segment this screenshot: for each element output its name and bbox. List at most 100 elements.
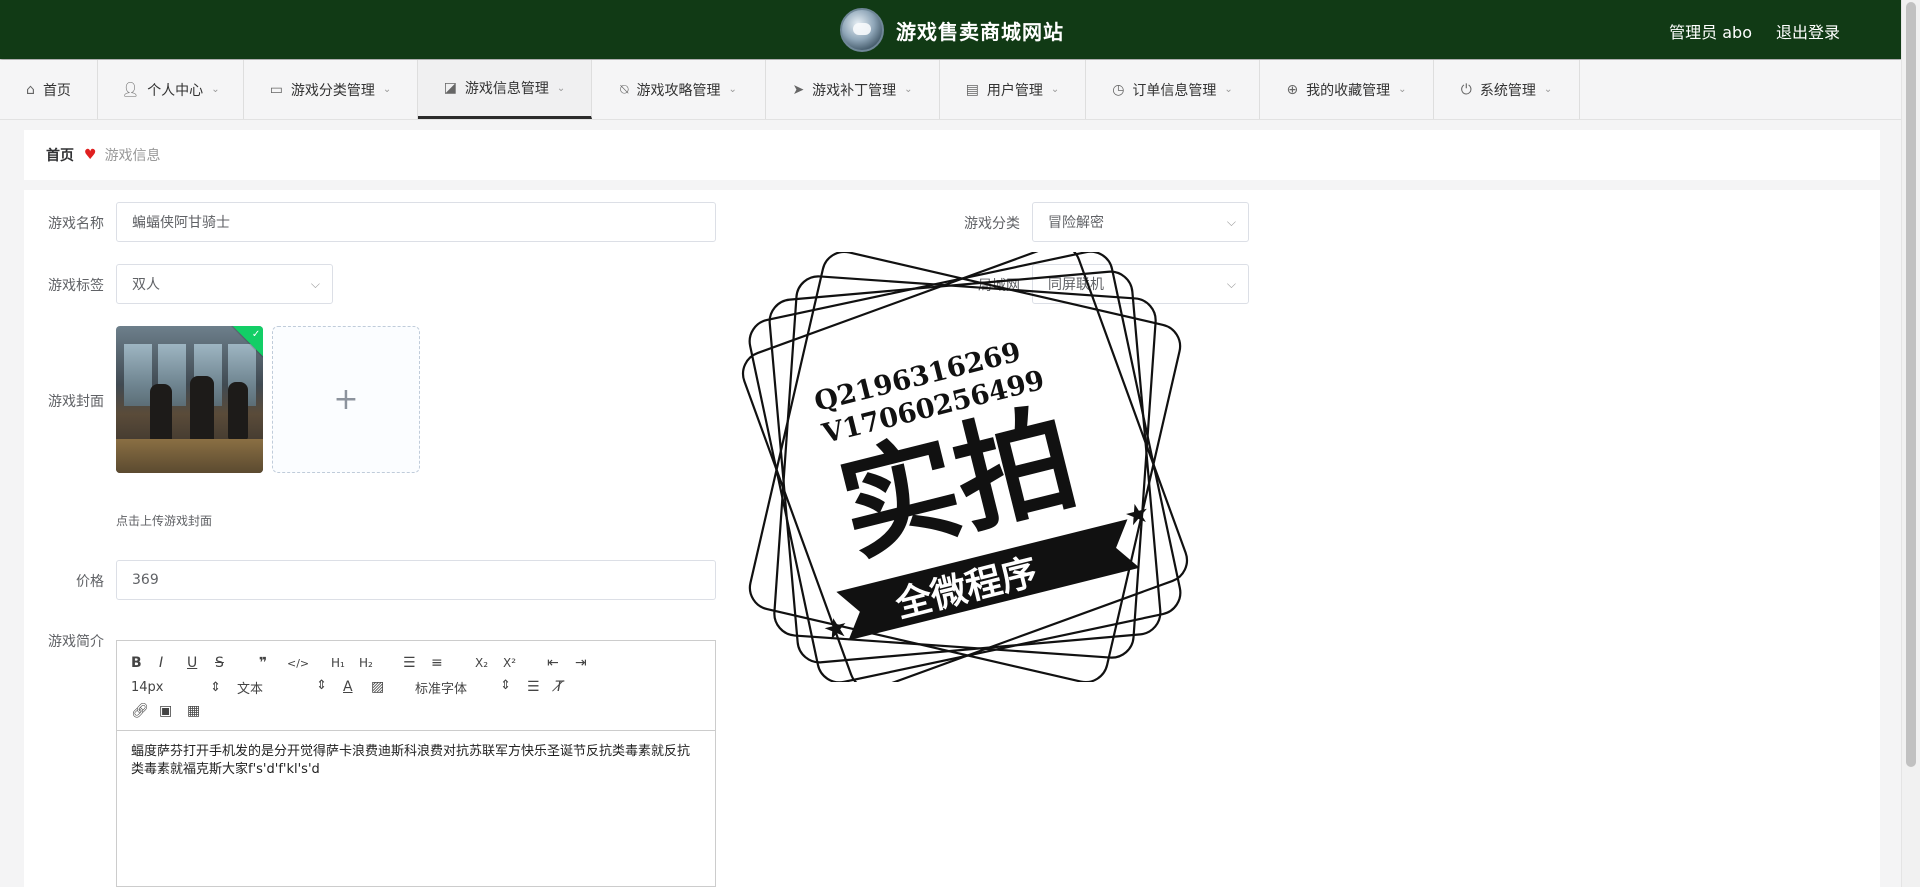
heading2-button[interactable]: H₂ [359, 656, 387, 670]
nav-item-label: 游戏信息管理 [464, 81, 549, 97]
chat-icon: ▭ [269, 81, 283, 98]
cover-thumbnail[interactable]: ✓ [116, 326, 263, 473]
chevron-down-icon: ⌄ [1543, 84, 1553, 95]
power-icon: ⏻ [1460, 81, 1472, 98]
nav-item-order-mgmt[interactable]: ◷ 订单信息管理 ⌄ [1086, 60, 1260, 119]
link-icon[interactable]: 🔗︎ [131, 703, 159, 719]
game-name-label: 游戏名称 [48, 216, 104, 232]
align-icon[interactable]: ☰ [527, 679, 555, 695]
editor-content[interactable]: 蝠度萨芬打开手机发的是分开觉得萨卡浪费迪斯科浪费对抗苏联军方快乐圣诞节反抗类毒素… [117, 731, 715, 791]
outdent-icon[interactable]: ⇤ [547, 655, 575, 671]
breadcrumb-home[interactable]: 首页 [46, 145, 74, 165]
admin-user-label[interactable]: 管理员 abo [1669, 19, 1752, 43]
home-icon: ⌂ [26, 81, 35, 98]
underline-button[interactable]: U [187, 655, 215, 671]
paragraph-select[interactable]: 文本 ⇕ [237, 678, 327, 697]
main-nav: ⌂ 首页 👤︎ 个人中心 ⌄ ▭ 游戏分类管理 ⌄ ◪ 游戏信息管理 ⌄ ⍉ 游… [0, 60, 1902, 120]
cover-upload-hint: 点击上传游戏封面 [116, 514, 213, 528]
site-title: 游戏售卖商城网站 [896, 19, 1064, 44]
clear-format-icon[interactable]: T̸ [555, 679, 583, 695]
nav-item-user-mgmt[interactable]: ▤ 用户管理 ⌄ [940, 60, 1086, 119]
editor-toolbar: B I U S ❞ </> H₁ H₂ ☰ ≡ X₂ X² ⇤ ⇥ 14px ⇕ [117, 641, 715, 731]
paragraph-value: 文本 [237, 681, 264, 697]
nav-item-label: 游戏分类管理 [290, 82, 375, 99]
italic-button[interactable]: I [159, 655, 187, 671]
check-icon: ✓ [251, 329, 261, 341]
nav-item-label: 个人中心 [147, 82, 204, 99]
game-category-label: 游戏分类 [964, 216, 1020, 232]
indent-icon[interactable]: ⇥ [575, 655, 603, 671]
background-color-icon[interactable]: ▨ [371, 679, 399, 695]
nav-item-personal-center[interactable]: 👤︎ 个人中心 ⌄ [98, 60, 244, 119]
font-size-select[interactable]: 14px ⇕ [131, 680, 221, 695]
chevron-down-icon: ⌄ [211, 84, 220, 95]
nav-item-label: 系统管理 [1479, 82, 1536, 99]
code-icon[interactable]: </> [287, 657, 315, 670]
chevron-down-icon: ⌄ [1398, 84, 1407, 95]
strike-button[interactable]: S [215, 655, 243, 671]
price-label: 价格 [76, 574, 104, 590]
chevron-down-icon: ⌄ [556, 82, 566, 94]
rich-text-editor[interactable]: B I U S ❞ </> H₁ H₂ ☰ ≡ X₂ X² ⇤ ⇥ 14px ⇕ [116, 640, 716, 887]
font-family-value: 标准字体 [415, 681, 468, 697]
nav-item-category-mgmt[interactable]: ▭ 游戏分类管理 ⌄ [244, 60, 418, 119]
breadcrumb-current: 游戏信息 [104, 148, 161, 164]
game-tag-label: 游戏标签 [48, 278, 104, 294]
updown-icon: ⇕ [210, 679, 221, 695]
chevron-down-icon: ⌄ [1224, 84, 1233, 95]
blockquote-icon[interactable]: ❞ [259, 655, 287, 671]
game-category-value: 冒险解密 [1048, 215, 1104, 231]
clock-icon: ◷ [1112, 81, 1125, 98]
subscript-button[interactable]: X₂ [475, 656, 503, 670]
heading1-button[interactable]: H₁ [331, 656, 359, 670]
text-color-icon[interactable]: A [343, 679, 371, 695]
nav-item-system-mgmt[interactable]: ⏻ 系统管理 ⌄ [1434, 60, 1580, 119]
video-icon[interactable]: ▦ [187, 703, 215, 719]
brand[interactable]: 游戏售卖商城网站 [840, 8, 1064, 52]
top-header: 游戏售卖商城网站 管理员 abo 退出登录 [0, 0, 1902, 59]
chevron-down-icon: ⌵ [1226, 214, 1236, 229]
price-input[interactable]: 369 [116, 560, 716, 600]
logout-button[interactable]: 退出登录 [1776, 19, 1840, 43]
scrollbar-thumb[interactable] [1906, 2, 1916, 767]
briefcase-icon: ▤ [965, 81, 979, 98]
bell-off-icon: ⍉ [620, 81, 629, 98]
nav-item-favorites-mgmt[interactable]: ⊕ 我的收藏管理 ⌄ [1260, 60, 1434, 119]
nav-item-label: 游戏攻略管理 [636, 82, 721, 99]
watermark-stamp: Q2196316269 V17060256499 实拍 全微程序 ★ ★ [741, 252, 1189, 682]
updown-icon: ⇕ [500, 677, 511, 693]
chevron-down-icon: ⌄ [1050, 84, 1060, 95]
game-category-select[interactable]: 冒险解密 ⌵ [1032, 202, 1249, 242]
superscript-button[interactable]: X² [503, 656, 531, 670]
nav-item-label: 订单信息管理 [1132, 82, 1217, 99]
game-name-value: 蝙蝠侠阿甘骑士 [132, 215, 230, 231]
vertical-scrollbar[interactable] [1901, 0, 1920, 887]
ordered-list-icon[interactable]: ☰ [403, 655, 431, 671]
chevron-down-icon: ⌵ [1226, 276, 1236, 291]
nav-item-patch-mgmt[interactable]: ➤ 游戏补丁管理 ⌄ [766, 60, 940, 119]
font-family-select[interactable]: 标准字体 ⇕ [415, 678, 511, 697]
nav-item-home[interactable]: ⌂ 首页 [0, 60, 98, 119]
price-value: 369 [132, 572, 159, 588]
send-icon: ➤ [792, 81, 805, 98]
upload-cover-button[interactable]: + [272, 326, 420, 473]
nav-item-guide-mgmt[interactable]: ⍉ 游戏攻略管理 ⌄ [592, 60, 766, 119]
game-tag-select[interactable]: 双人 ⌵ [116, 264, 333, 304]
chevron-down-icon: ⌄ [382, 84, 392, 95]
user-area: 管理员 abo 退出登录 [1669, 19, 1840, 43]
game-name-input[interactable]: 蝙蝠侠阿甘骑士 [116, 202, 716, 242]
chevron-down-icon: ⌄ [728, 84, 737, 95]
bullet-list-icon[interactable]: ≡ [431, 655, 459, 671]
image-icon[interactable]: ▣ [159, 703, 187, 719]
game-cover-label: 游戏封面 [48, 394, 104, 410]
target-icon: ⊕ [1286, 81, 1299, 98]
bold-button[interactable]: B [131, 655, 159, 671]
star-icon: ★ [820, 610, 852, 648]
intro-label: 游戏简介 [48, 634, 104, 650]
font-size-value: 14px [131, 679, 164, 695]
nav-item-label: 我的收藏管理 [1306, 82, 1391, 99]
nav-item-game-info-mgmt[interactable]: ◪ 游戏信息管理 ⌄ [418, 60, 592, 119]
game-tag-value: 双人 [132, 277, 160, 293]
site-logo [840, 8, 884, 52]
plus-icon: + [333, 382, 359, 417]
